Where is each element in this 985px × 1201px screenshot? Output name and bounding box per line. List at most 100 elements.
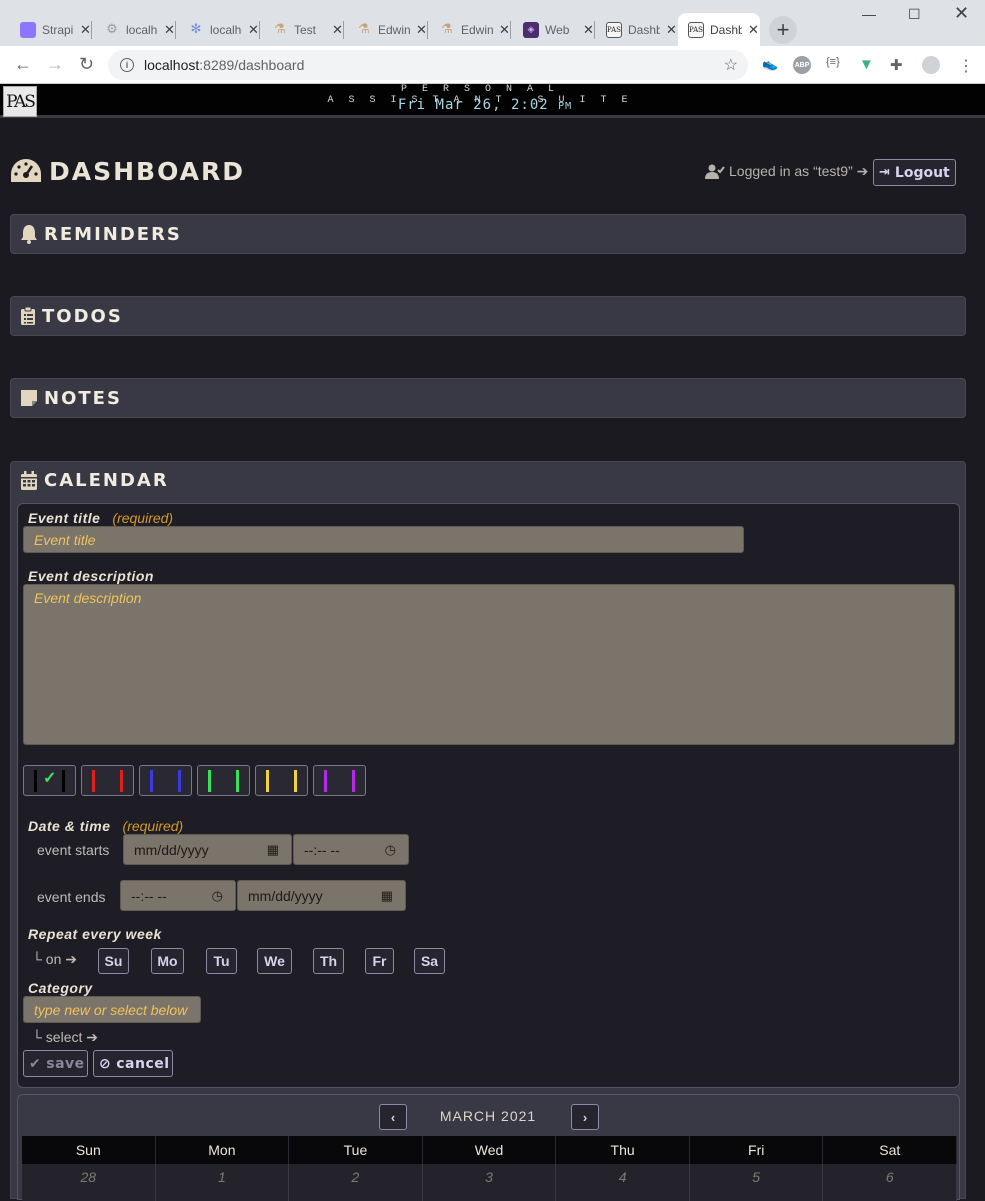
reminders-section-header[interactable]: REMINDERS: [10, 214, 966, 254]
extension-shoe-icon[interactable]: 👟: [762, 56, 778, 72]
tab-close-icon[interactable]: ✕: [248, 22, 259, 38]
browser-tab[interactable]: Strapi ✕: [10, 13, 92, 46]
event-ends-label: event ends: [37, 889, 106, 905]
color-option-button[interactable]: [255, 765, 308, 796]
start-time-input[interactable]: --:-- -- ◷: [293, 834, 409, 865]
tab-close-icon[interactable]: ✕: [748, 22, 759, 38]
browser-tab[interactable]: ✻ localhost ✕: [178, 13, 260, 46]
adblock-icon[interactable]: ABP: [793, 56, 811, 74]
profile-avatar[interactable]: [922, 56, 940, 74]
calendar-small-icon[interactable]: ▦: [267, 842, 279, 858]
repeat-day-button[interactable]: Sa: [414, 948, 445, 974]
start-date-input[interactable]: mm/dd/yyyy ▦: [123, 834, 292, 865]
weekday-header-cell: Sun: [22, 1136, 156, 1164]
tab-close-icon[interactable]: ✕: [80, 22, 91, 38]
tab-close-icon[interactable]: ✕: [416, 22, 427, 38]
tab-separator: [259, 21, 260, 39]
browser-tab[interactable]: ◈ Web ✕: [513, 13, 595, 46]
back-icon[interactable]: ←: [14, 54, 32, 75]
color-option-button[interactable]: [197, 765, 250, 796]
clock-icon[interactable]: ◷: [212, 888, 223, 904]
gear-icon: ⚙: [106, 22, 118, 37]
end-date-input[interactable]: mm/dd/yyyy ▦: [237, 880, 406, 911]
repeat-day-button[interactable]: Su: [98, 948, 129, 974]
calendar-day-cell[interactable]: 6: [823, 1164, 958, 1201]
calendar-day-cell[interactable]: 5: [690, 1164, 824, 1201]
required-hint: (required): [122, 818, 184, 834]
browser-tab[interactable]: ⚗ Edwin ✕: [429, 13, 511, 46]
close-window-icon[interactable]: ✕: [954, 3, 969, 24]
cancel-button[interactable]: ⊘ cancel: [93, 1050, 173, 1077]
flask-icon: ⚗: [274, 22, 286, 37]
tab-close-icon[interactable]: ✕: [332, 22, 343, 38]
address-bar[interactable]: i localhost:8289/dashboard ☆: [108, 50, 748, 80]
tab-title: Dashboard: [628, 22, 660, 37]
category-input[interactable]: type new or select below: [23, 996, 201, 1023]
notes-section-header[interactable]: NOTES: [10, 378, 966, 418]
calendar-day-cell[interactable]: 1: [156, 1164, 290, 1201]
clock-icon[interactable]: ◷: [385, 842, 396, 858]
tab-title: Edwin: [378, 22, 410, 37]
color-option-button[interactable]: [81, 765, 134, 796]
todos-section-header[interactable]: TODOS: [10, 296, 966, 336]
minimize-icon[interactable]: —: [862, 6, 876, 22]
forward-icon[interactable]: →: [46, 54, 64, 75]
new-tab-button[interactable]: +: [769, 16, 797, 44]
repeat-day-button[interactable]: Mo: [151, 948, 184, 974]
reload-icon[interactable]: ↻: [79, 54, 94, 75]
repeat-on-label: └ on ➔: [32, 951, 78, 967]
calendar-day-cell[interactable]: 28: [22, 1164, 156, 1201]
tab-close-icon[interactable]: ✕: [583, 22, 594, 38]
weekday-header-cell: Wed: [423, 1136, 557, 1164]
calendar-day-cell[interactable]: 3: [423, 1164, 557, 1201]
browser-tab[interactable]: PAS Dashboard ✕: [678, 13, 760, 46]
browser-menu-icon[interactable]: ⋮: [958, 56, 974, 76]
checkmark-icon: ✓: [43, 770, 57, 787]
tab-close-icon[interactable]: ✕: [499, 22, 510, 38]
tab-close-icon[interactable]: ✕: [666, 22, 677, 38]
logout-icon: ⇥: [879, 165, 890, 180]
end-time-input[interactable]: --:-- -- ◷: [120, 880, 236, 911]
color-option-button[interactable]: [313, 765, 366, 796]
month-calendar: ‹ MARCH 2021 › Sun Mon Tue Wed Thu Fri Sat 28 1…: [17, 1094, 960, 1201]
event-description-textarea[interactable]: Event description: [23, 584, 955, 745]
calendar-day-cell[interactable]: 2: [289, 1164, 423, 1201]
color-swatch-bar: [324, 770, 327, 792]
pas-icon: PAS: [606, 21, 622, 38]
repeat-day-button[interactable]: Th: [313, 948, 344, 974]
event-title-input[interactable]: Event title: [23, 526, 744, 553]
calendar-small-icon[interactable]: ▦: [381, 888, 393, 904]
browser-tab[interactable]: ⚗ Edwin ✕: [346, 13, 428, 46]
bookmark-star-icon[interactable]: ☆: [724, 55, 738, 75]
repeat-day-button[interactable]: Fr: [365, 948, 394, 974]
browser-toolbar: ← → ↻ i localhost:8289/dashboard ☆ 👟 ABP…: [0, 46, 985, 84]
tab-separator: [175, 21, 176, 39]
json-extension-icon[interactable]: {≡}: [826, 56, 840, 68]
color-option-button[interactable]: [139, 765, 192, 796]
browser-tab[interactable]: PAS Dashboard ✕: [596, 13, 678, 46]
logout-button[interactable]: ⇥ Logout: [873, 159, 956, 186]
clock-time: Fri Mar 26, 2:02: [397, 97, 549, 113]
check-circle-icon: ✔: [29, 1055, 42, 1072]
next-month-button[interactable]: ›: [571, 1104, 599, 1130]
tab-title: Strapi: [42, 22, 74, 37]
site-info-icon[interactable]: i: [120, 58, 134, 72]
calendar-day-cell[interactable]: 4: [556, 1164, 690, 1201]
repeat-day-button[interactable]: We: [257, 948, 292, 974]
vue-devtools-icon[interactable]: ▼: [859, 56, 874, 73]
weekday-header-cell: Tue: [289, 1136, 423, 1164]
maximize-icon[interactable]: ☐: [908, 6, 921, 23]
color-option-button[interactable]: ✓: [23, 765, 76, 796]
tab-title: localhost: [126, 22, 158, 37]
month-label: MARCH 2021: [439, 1108, 537, 1124]
browser-tab[interactable]: ⚗ Test ✕: [262, 13, 344, 46]
color-swatch-bar: [352, 770, 355, 792]
extensions-puzzle-icon[interactable]: ✚: [890, 56, 903, 74]
calendar-section-header[interactable]: CALENDAR: [20, 470, 169, 491]
tab-title: Dashboard: [710, 22, 742, 37]
tab-close-icon[interactable]: ✕: [164, 22, 175, 38]
pas-logo[interactable]: PAS: [3, 86, 37, 117]
browser-tab[interactable]: ⚙ localhost ✕: [94, 13, 176, 46]
repeat-day-button[interactable]: Tu: [206, 948, 237, 974]
save-button[interactable]: ✔ save: [23, 1050, 88, 1077]
